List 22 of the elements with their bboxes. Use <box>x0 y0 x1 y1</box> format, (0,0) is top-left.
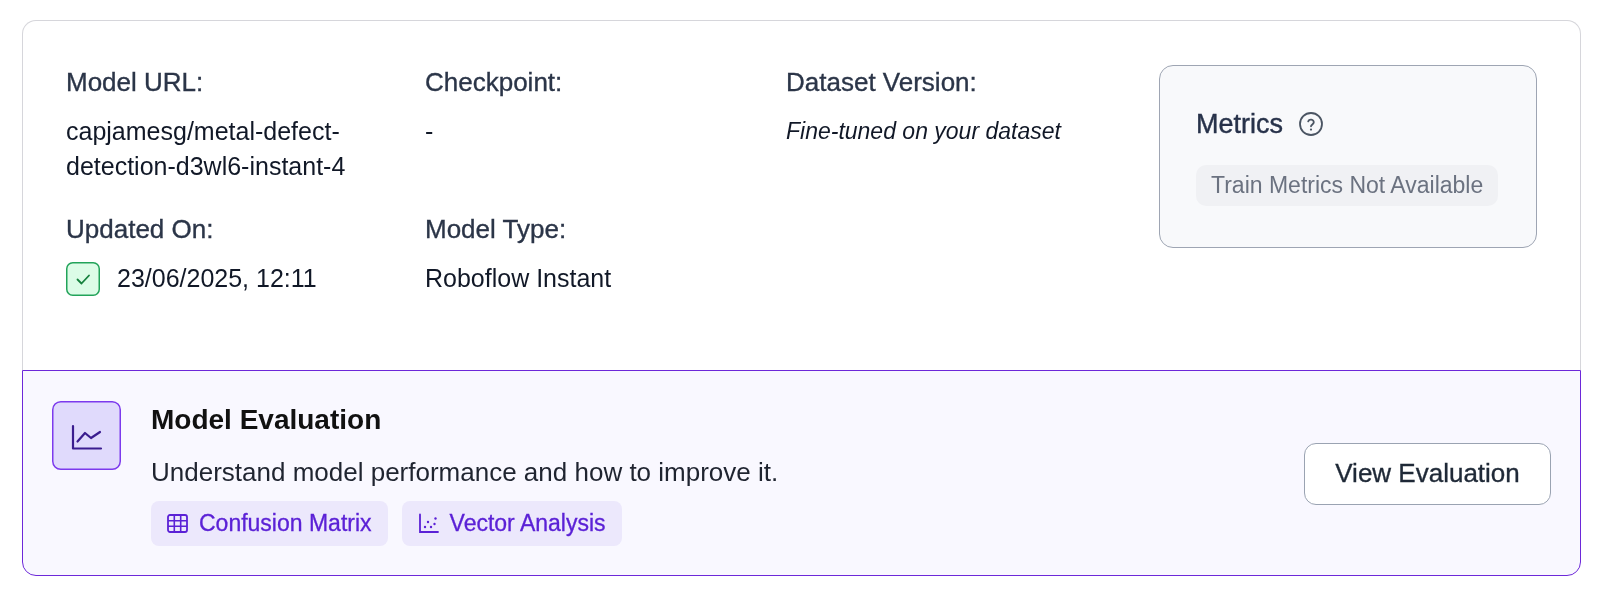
field-label: Model Type: <box>425 213 568 246</box>
tool-link[interactable]: Vector Analysis <box>401 501 622 546</box>
view-evaluation-button[interactable]: View Evaluation <box>1304 442 1551 505</box>
section-description: Understand model performance and how to improve it. <box>151 456 779 489</box>
scatter-plot-icon <box>417 513 439 534</box>
field-value: Fine-tuned on your dataset <box>786 117 1063 146</box>
status-badge: Train Metrics Not Available <box>1196 165 1499 206</box>
grid-icon <box>167 513 188 534</box>
check-icon <box>66 261 100 296</box>
line-chart-icon <box>52 401 121 470</box>
tool-link[interactable]: Confusion Matrix <box>151 501 388 546</box>
metrics-title: Metrics <box>1196 108 1283 141</box>
help-icon[interactable] <box>1299 112 1323 136</box>
field-label: Checkpoint: <box>425 66 564 99</box>
field-value: 23/06/2025, 12:11 <box>117 263 317 294</box>
field-label: Dataset Version: <box>786 66 978 99</box>
field-value: capjamesg/metal-defect-detection-d3wl6-instant-4 <box>66 116 347 182</box>
field-label: Updated On: <box>66 213 215 246</box>
field-value: - <box>425 116 435 147</box>
field-label: Model URL: <box>66 66 205 99</box>
field-value: Roboflow Instant <box>425 263 613 294</box>
section-title: Model Evaluation <box>151 403 383 437</box>
